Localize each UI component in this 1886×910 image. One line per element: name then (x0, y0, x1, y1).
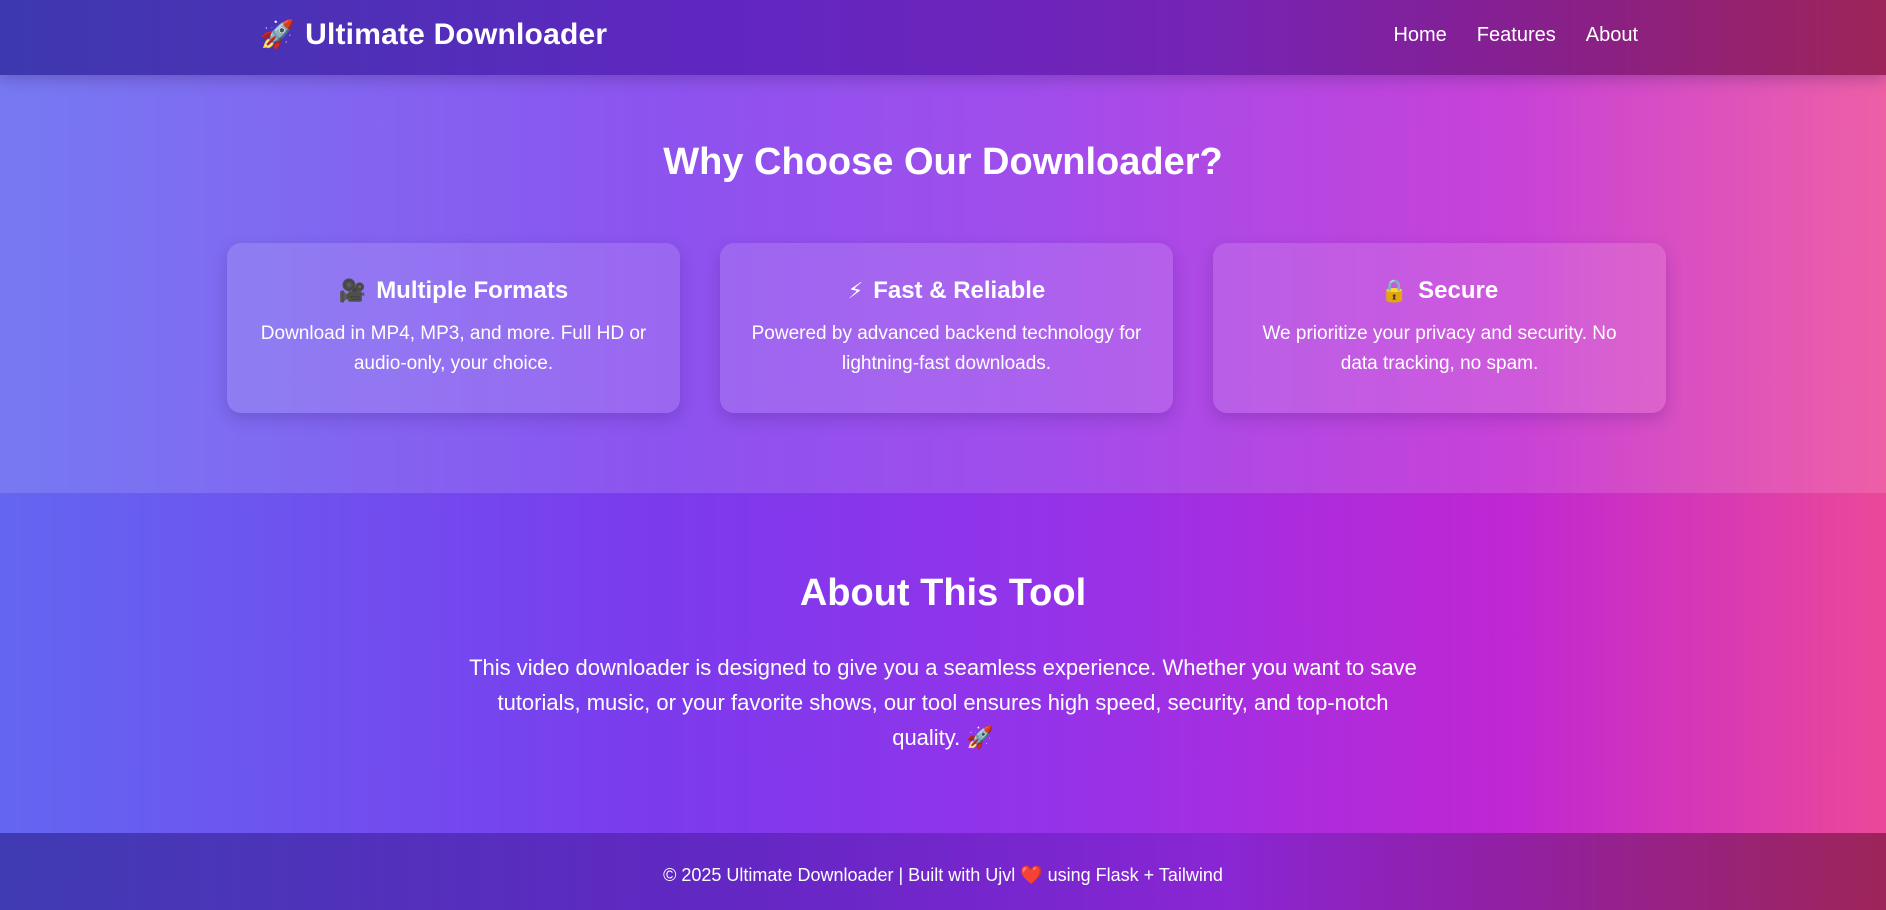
features-section: Why Choose Our Downloader? 🎥 Multiple Fo… (0, 75, 1886, 493)
features-title: Why Choose Our Downloader? (663, 141, 1223, 183)
card-title: Fast & Reliable (873, 277, 1046, 304)
nav-link-home[interactable]: Home (1393, 24, 1446, 47)
card-description: We prioritize your privacy and security.… (1262, 323, 1617, 374)
about-text: This video downloader is designed to giv… (469, 655, 1417, 750)
card-title-row: 🎥 Multiple Formats (227, 277, 680, 305)
navbar: 🚀 Ultimate Downloader Home Features Abou… (0, 0, 1886, 75)
footer-text: © 2025 Ultimate Downloader | Built with … (663, 865, 1223, 885)
about-title: About This Tool (799, 572, 1087, 614)
feature-card-fast: ⚡ Fast & Reliable Powered by advanced ba… (720, 243, 1173, 413)
feature-card-formats: 🎥 Multiple Formats Download in MP4, MP3,… (227, 243, 680, 413)
card-title-row: ⚡ Fast & Reliable (720, 277, 1173, 305)
brand-title: Ultimate Downloader (305, 18, 608, 51)
card-description: Download in MP4, MP3, and more. Full HD … (260, 323, 647, 374)
card-description: Powered by advanced backend technology f… (751, 323, 1142, 374)
nav-links: Home Features About (1393, 24, 1638, 47)
rocket-icon: 🚀 (260, 19, 296, 50)
footer: © 2025 Ultimate Downloader | Built with … (0, 833, 1886, 910)
brand-logo[interactable]: 🚀 Ultimate Downloader (260, 18, 607, 52)
feature-card-secure: 🔒 Secure We prioritize your privacy and … (1213, 243, 1666, 413)
lightning-icon: ⚡ (847, 278, 864, 303)
nav-link-features[interactable]: Features (1477, 24, 1556, 47)
movie-camera-icon: 🎥 (338, 278, 367, 303)
nav-link-about[interactable]: About (1586, 24, 1638, 47)
card-title: Secure (1418, 277, 1499, 304)
lock-icon: 🔒 (1380, 278, 1409, 303)
card-title-row: 🔒 Secure (1213, 277, 1666, 305)
card-title: Multiple Formats (376, 277, 569, 304)
